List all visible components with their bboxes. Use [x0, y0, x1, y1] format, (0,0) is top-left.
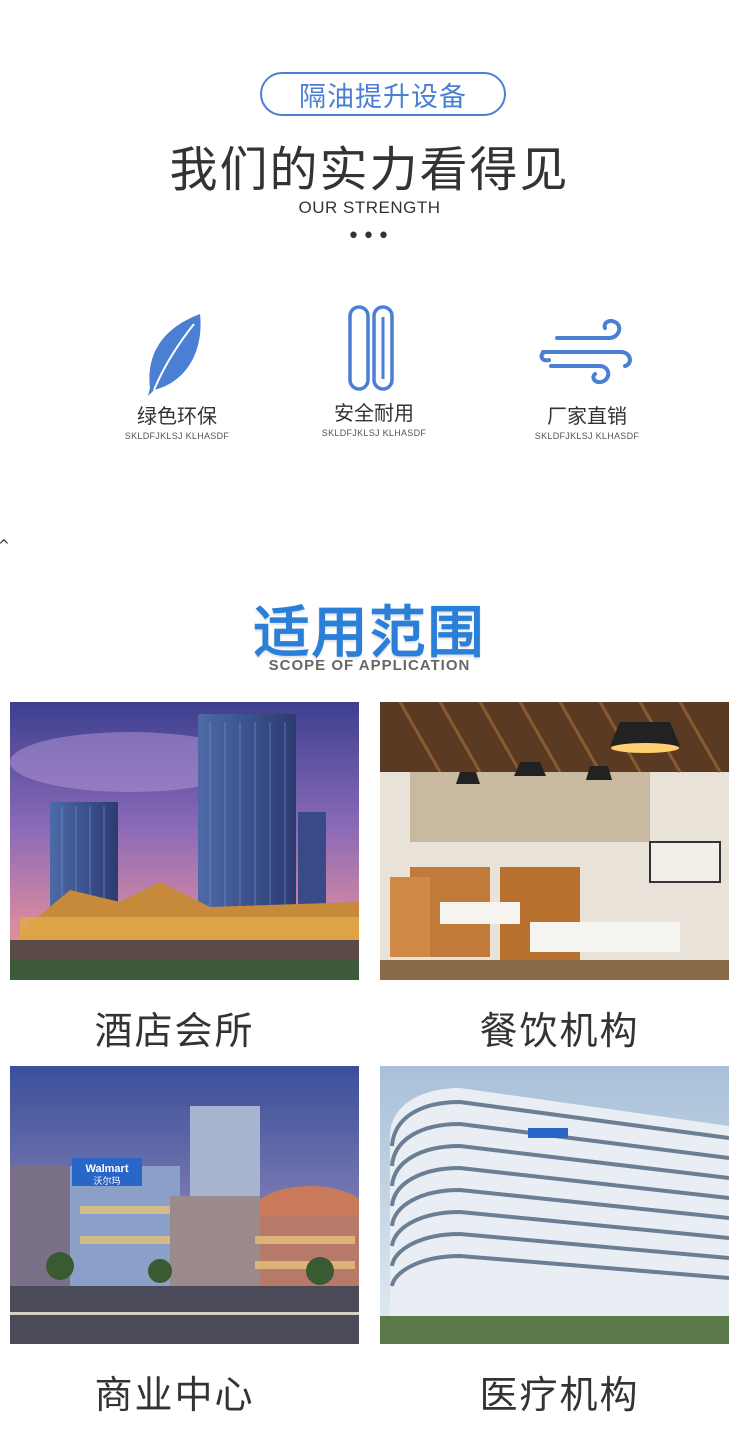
pipes-icon	[348, 305, 394, 391]
page-title: 我们的实力看得见	[169, 142, 570, 198]
walmart-sign-cn: 沃尔玛	[93, 1175, 120, 1187]
feature-durable: 安全耐用 SKLDFJKLSJ KLHASDF	[274, 303, 474, 438]
feature-subtitle: SKLDFJKLSJ KLHASDF	[124, 431, 230, 441]
application-label: 商业中心	[94, 1373, 255, 1417]
hospital-building-photo	[380, 1066, 729, 1344]
shopping-mall-photo: Walmart 沃尔玛	[10, 1066, 359, 1344]
feature-subtitle: SKLDFJKLSJ KLHASDF	[321, 428, 427, 438]
hotel-towers-photo	[10, 702, 359, 980]
caret-mark: ^	[0, 538, 10, 554]
dots-divider: •••	[347, 224, 392, 249]
feature-title: 绿色环保	[137, 404, 217, 428]
wind-icon	[539, 318, 632, 385]
application-label: 酒店会所	[94, 1009, 255, 1053]
feature-title: 厂家直销	[547, 404, 627, 428]
restaurant-interior-photo	[380, 702, 729, 980]
category-badge: 隔油提升设备	[260, 72, 506, 116]
feature-direct: 厂家直销 SKLDFJKLSJ KLHASDF	[487, 314, 687, 441]
scope-subtitle: SCOPE OF APPLICATION	[268, 657, 471, 674]
walmart-sign-text: Walmart	[86, 1163, 129, 1175]
feature-green: 绿色环保 SKLDFJKLSJ KLHASDF	[77, 310, 277, 441]
leaf-icon	[148, 314, 201, 396]
application-label: 餐饮机构	[479, 1009, 640, 1053]
feature-subtitle: SKLDFJKLSJ KLHASDF	[534, 431, 640, 441]
page-subtitle: OUR STRENGTH	[298, 198, 441, 217]
feature-title: 安全耐用	[334, 401, 414, 425]
application-label: 医疗机构	[479, 1373, 640, 1417]
